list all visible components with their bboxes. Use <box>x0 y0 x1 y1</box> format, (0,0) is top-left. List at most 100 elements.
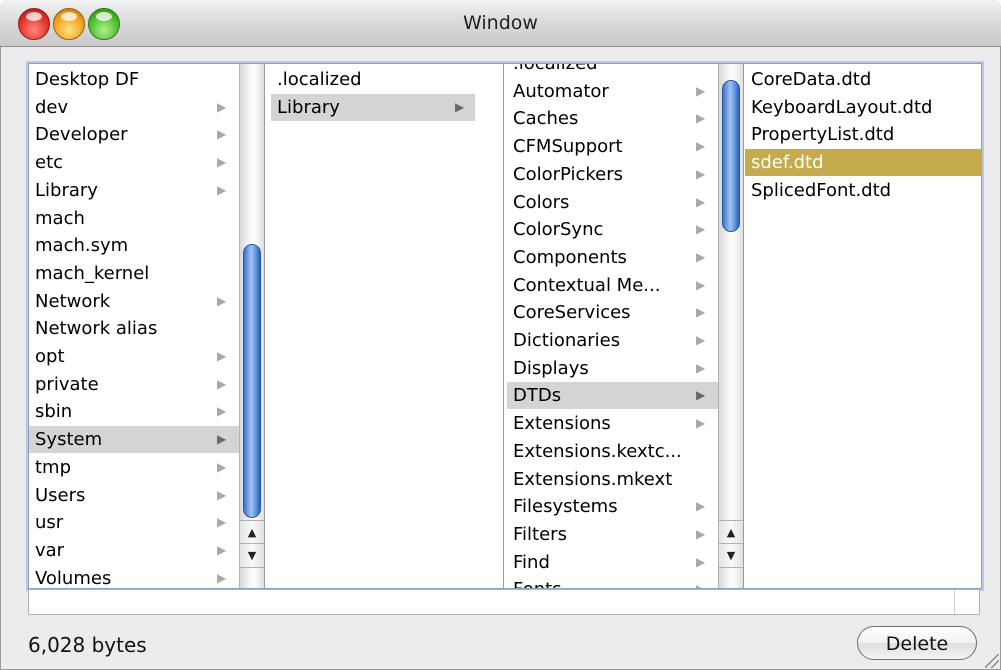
browser-row-label: Library <box>277 96 340 118</box>
column-divider[interactable] <box>264 64 265 588</box>
browser-row[interactable]: PropertyList.dtd <box>745 121 981 148</box>
disclosure-arrow-icon: ▶ <box>217 127 227 142</box>
browser-row[interactable]: Users ▶ <box>29 482 239 509</box>
browser-row[interactable]: Network ▶ <box>29 288 239 315</box>
scroll-corner <box>954 590 979 614</box>
browser-row-label: Fonts <box>513 576 562 588</box>
disclosure-arrow-icon: ▶ <box>696 249 706 264</box>
disclosure-arrow-icon: ▶ <box>217 182 227 197</box>
browser-row[interactable]: Library ▶ <box>29 177 239 204</box>
browser-row[interactable]: Desktop DF <box>29 66 239 93</box>
browser-row-label: sdef.dtd <box>751 152 824 174</box>
browser-row[interactable]: Caches ▶ <box>507 105 718 132</box>
disclosure-arrow-icon: ▶ <box>217 542 227 557</box>
browser-row[interactable]: .localized <box>271 66 475 93</box>
browser-row[interactable]: Displays ▶ <box>507 355 718 382</box>
disclosure-arrow-icon: ▶ <box>696 305 706 320</box>
browser-row[interactable]: tmp ▶ <box>29 454 239 481</box>
scrollbar-column-library[interactable]: ▲ ▼ <box>718 64 743 588</box>
browser-row[interactable]: mach.sym <box>29 232 239 259</box>
column-browser: Desktop DF dev ▶ Developer ▶ etc ▶ Library ▶ mach… <box>28 63 982 589</box>
browser-row-label: .localized <box>277 69 362 90</box>
browser-row-label: Volumes <box>35 567 112 588</box>
browser-row[interactable]: sbin ▶ <box>29 398 239 425</box>
browser-row[interactable]: DTDs ▶ <box>507 382 718 410</box>
scroll-up-button[interactable]: ▲ <box>719 520 743 544</box>
browser-row[interactable]: .localized <box>507 64 718 77</box>
browser-row[interactable]: Dictionaries ▶ <box>507 327 718 354</box>
disclosure-arrow-icon: ▶ <box>696 277 706 292</box>
browser-row-label: Users <box>35 484 86 506</box>
browser-row[interactable]: opt ▶ <box>29 343 239 370</box>
browser-row[interactable]: Developer ▶ <box>29 121 239 148</box>
delete-button[interactable]: Delete <box>857 626 977 660</box>
browser-row[interactable]: CoreServices ▶ <box>507 299 718 326</box>
scroll-up-button[interactable]: ▲ <box>240 520 264 544</box>
browser-row[interactable]: Library ▶ <box>271 93 475 121</box>
disclosure-arrow-icon: ▶ <box>696 526 706 541</box>
browser-row-label: Desktop DF <box>35 69 140 90</box>
browser-row[interactable]: KeyboardLayout.dtd <box>745 94 981 121</box>
browser-row[interactable]: Filters ▶ <box>507 521 718 548</box>
browser-row-label: KeyboardLayout.dtd <box>751 96 933 118</box>
browser-row[interactable]: usr ▶ <box>29 509 239 536</box>
browser-row[interactable]: Extensions.mkext <box>507 466 718 493</box>
browser-column-root[interactable]: Desktop DF dev ▶ Developer ▶ etc ▶ Library ▶ mach… <box>29 64 239 588</box>
browser-row[interactable]: Filesystems ▶ <box>507 493 718 520</box>
disclosure-arrow-icon: ▶ <box>696 333 706 347</box>
title-bar[interactable]: Window <box>0 0 1001 47</box>
scroll-down-button[interactable]: ▼ <box>240 543 264 568</box>
scroll-thumb[interactable] <box>243 244 261 518</box>
disclosure-arrow-icon: ▶ <box>217 155 227 170</box>
browser-row[interactable]: ColorPickers ▶ <box>507 161 718 188</box>
browser-column-dtds[interactable]: CoreData.dtd KeyboardLayout.dtd PropertyLi… <box>745 64 981 588</box>
browser-row[interactable]: Find ▶ <box>507 549 718 576</box>
disclosure-arrow-icon: ▶ <box>217 404 227 419</box>
column-divider[interactable] <box>743 64 744 588</box>
horizontal-scrollbar[interactable] <box>28 589 980 615</box>
browser-row-label: System <box>35 429 103 451</box>
browser-row[interactable]: mach_kernel <box>29 260 239 287</box>
browser-row[interactable]: mach <box>29 205 239 232</box>
browser-row-label: etc <box>35 152 64 174</box>
browser-row[interactable]: var ▶ <box>29 537 239 564</box>
file-size-label: 6,028 bytes <box>28 633 147 657</box>
disclosure-arrow-icon: ▶ <box>696 194 706 209</box>
disclosure-arrow-icon: ▶ <box>696 416 706 431</box>
resize-grip-icon[interactable] <box>985 654 999 668</box>
browser-row[interactable]: Network alias <box>29 315 239 342</box>
browser-row[interactable]: private ▶ <box>29 371 239 398</box>
browser-row[interactable]: System ▶ <box>29 426 239 454</box>
browser-row[interactable]: Automator ▶ <box>507 78 718 105</box>
browser-row[interactable]: Components ▶ <box>507 244 718 271</box>
browser-row[interactable]: Contextual Me... ▶ <box>507 272 718 299</box>
scroll-down-button[interactable]: ▼ <box>719 543 743 568</box>
browser-row-label: Contextual Me... <box>513 274 661 296</box>
browser-row-label: CoreServices <box>513 302 631 324</box>
browser-row[interactable]: etc ▶ <box>29 149 239 176</box>
browser-row[interactable]: Volumes ▶ <box>29 565 239 588</box>
browser-row[interactable]: sdef.dtd <box>745 149 981 177</box>
browser-row[interactable]: Extensions ▶ <box>507 410 718 437</box>
browser-row[interactable]: Colors ▶ <box>507 189 718 216</box>
scroll-thumb[interactable] <box>722 80 740 232</box>
disclosure-arrow-icon: ▶ <box>696 499 706 514</box>
disclosure-arrow-icon: ▶ <box>696 83 706 98</box>
browser-row[interactable]: CFMSupport ▶ <box>507 133 718 160</box>
disclosure-arrow-icon: ▶ <box>696 576 705 588</box>
browser-column-system[interactable]: .localized Library ▶ <box>271 64 475 588</box>
browser-column-library[interactable]: .localizedAutomator▶Caches▶CFMSupport▶Co… <box>507 64 718 588</box>
browser-row-label: PropertyList.dtd <box>751 124 895 146</box>
browser-row[interactable]: CoreData.dtd <box>745 66 981 93</box>
disclosure-arrow-icon: ▶ <box>217 99 227 114</box>
browser-row[interactable]: Extensions.kextc... <box>507 438 718 465</box>
column-divider[interactable] <box>503 64 504 588</box>
browser-row[interactable]: dev ▶ <box>29 94 239 121</box>
browser-row-label: Developer <box>35 124 128 146</box>
browser-row[interactable]: Fonts ▶ <box>507 576 718 588</box>
browser-row[interactable]: ColorSync ▶ <box>507 216 718 243</box>
scrollbar-column-root[interactable]: ▲ ▼ <box>239 64 264 588</box>
disclosure-arrow-icon: ▶ <box>696 111 706 126</box>
browser-row-label: Find <box>513 551 550 573</box>
browser-row[interactable]: SplicedFont.dtd <box>745 177 981 204</box>
